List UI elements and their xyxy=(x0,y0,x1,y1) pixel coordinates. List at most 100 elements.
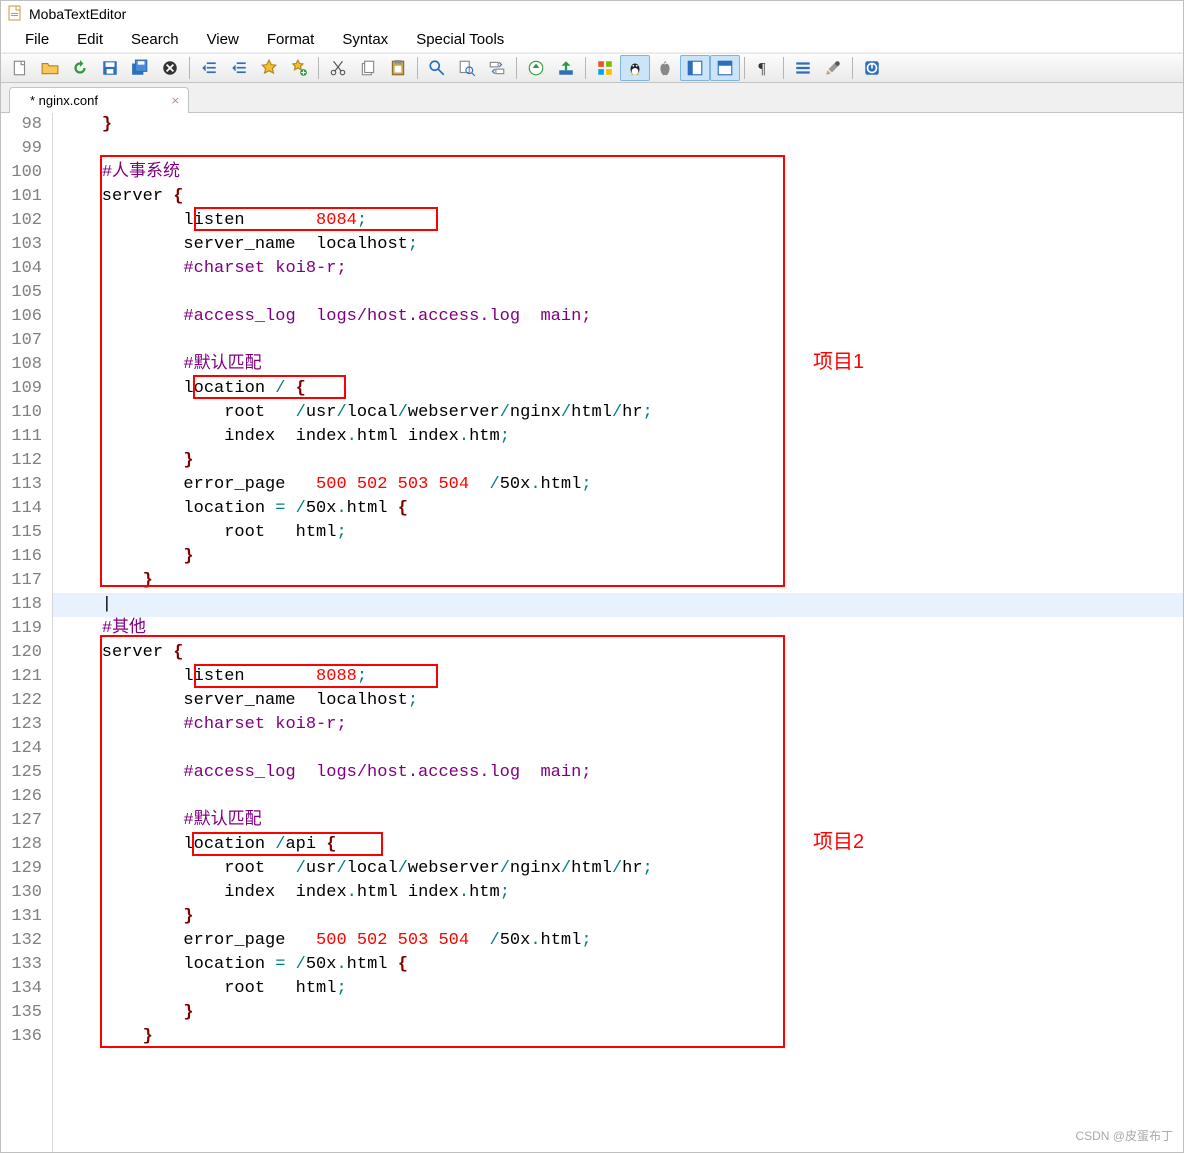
menu-special-tools[interactable]: Special Tools xyxy=(402,29,518,50)
close-circle-icon[interactable] xyxy=(155,55,185,81)
line-number: 101 xyxy=(1,185,46,209)
code-line[interactable] xyxy=(53,329,1183,353)
line-number: 125 xyxy=(1,761,46,785)
save-all-icon[interactable] xyxy=(125,55,155,81)
code-area[interactable]: } #人事系统 server { listen 8084; server_nam… xyxy=(53,113,1183,1152)
outdent-icon[interactable] xyxy=(194,55,224,81)
code-line[interactable]: } xyxy=(53,113,1183,137)
code-line[interactable]: listen 8088; xyxy=(53,665,1183,689)
menu-search[interactable]: Search xyxy=(117,29,193,50)
line-number: 128 xyxy=(1,833,46,857)
toggle-panel-a-icon[interactable] xyxy=(680,55,710,81)
power-icon[interactable] xyxy=(857,55,887,81)
code-line[interactable]: server_name localhost; xyxy=(53,233,1183,257)
menu-file[interactable]: File xyxy=(11,29,63,50)
app-icon xyxy=(7,5,29,24)
code-line[interactable]: root html; xyxy=(53,977,1183,1001)
code-line[interactable]: } xyxy=(53,545,1183,569)
save-icon[interactable] xyxy=(95,55,125,81)
line-number: 102 xyxy=(1,209,46,233)
code-line[interactable]: #默认匹配 xyxy=(53,809,1183,833)
code-line[interactable]: index index.html index.htm; xyxy=(53,425,1183,449)
code-line[interactable]: #默认匹配 xyxy=(53,353,1183,377)
new-file-icon[interactable] xyxy=(5,55,35,81)
line-number: 100 xyxy=(1,161,46,185)
code-line[interactable]: #charset koi8-r; xyxy=(53,713,1183,737)
code-line[interactable]: #charset koi8-r; xyxy=(53,257,1183,281)
code-line[interactable] xyxy=(53,281,1183,305)
indent-icon[interactable] xyxy=(224,55,254,81)
code-line[interactable]: root /usr/local/webserver/nginx/html/hr; xyxy=(53,857,1183,881)
code-line[interactable] xyxy=(53,785,1183,809)
code-line[interactable]: listen 8084; xyxy=(53,209,1183,233)
toggle-panel-b-icon[interactable] xyxy=(710,55,740,81)
line-number: 126 xyxy=(1,785,46,809)
menu-view[interactable]: View xyxy=(193,29,253,50)
close-icon[interactable]: ⨯ xyxy=(171,94,180,107)
replace-icon[interactable] xyxy=(482,55,512,81)
code-line[interactable]: error_page 500 502 503 504 /50x.html; xyxy=(53,929,1183,953)
code-line[interactable]: | xyxy=(53,593,1183,617)
toolbar-separator xyxy=(783,57,784,79)
line-number: 122 xyxy=(1,689,46,713)
find-icon[interactable] xyxy=(422,55,452,81)
code-line[interactable]: #access_log logs/host.access.log main; xyxy=(53,305,1183,329)
line-number: 119 xyxy=(1,617,46,641)
code-line[interactable]: #access_log logs/host.access.log main; xyxy=(53,761,1183,785)
code-line[interactable]: root /usr/local/webserver/nginx/html/hr; xyxy=(53,401,1183,425)
app-window: MobaTextEditor FileEditSearchViewFormatS… xyxy=(0,0,1184,1153)
open-folder-icon[interactable] xyxy=(35,55,65,81)
menu-syntax[interactable]: Syntax xyxy=(328,29,402,50)
paste-icon[interactable] xyxy=(383,55,413,81)
linux-icon[interactable] xyxy=(620,55,650,81)
upload-icon[interactable] xyxy=(551,55,581,81)
code-line[interactable] xyxy=(53,137,1183,161)
windows-icon[interactable] xyxy=(590,55,620,81)
apple-icon[interactable] xyxy=(650,55,680,81)
settings-list-icon[interactable] xyxy=(788,55,818,81)
add-star-icon[interactable] xyxy=(284,55,314,81)
code-line[interactable] xyxy=(53,737,1183,761)
toolbar-separator xyxy=(585,57,586,79)
line-number: 106 xyxy=(1,305,46,329)
bookmark-star-icon[interactable] xyxy=(254,55,284,81)
copy-icon[interactable] xyxy=(353,55,383,81)
code-line[interactable]: #人事系统 xyxy=(53,161,1183,185)
line-number: 123 xyxy=(1,713,46,737)
pilcrow-icon[interactable]: ¶ xyxy=(749,55,779,81)
line-number: 130 xyxy=(1,881,46,905)
toolbar-separator xyxy=(189,57,190,79)
code-line[interactable]: location /api { xyxy=(53,833,1183,857)
code-line[interactable]: server_name localhost; xyxy=(53,689,1183,713)
line-number: 135 xyxy=(1,1001,46,1025)
cut-icon[interactable] xyxy=(323,55,353,81)
find-files-icon[interactable] xyxy=(452,55,482,81)
code-line[interactable]: } xyxy=(53,569,1183,593)
code-line[interactable]: } xyxy=(53,1025,1183,1049)
code-line[interactable]: server { xyxy=(53,641,1183,665)
code-line[interactable]: location / { xyxy=(53,377,1183,401)
line-number: 107 xyxy=(1,329,46,353)
line-number: 134 xyxy=(1,977,46,1001)
code-line[interactable]: root html; xyxy=(53,521,1183,545)
tools-icon[interactable] xyxy=(818,55,848,81)
watermark: CSDN @皮蛋布丁 xyxy=(1075,1127,1173,1144)
line-number: 111 xyxy=(1,425,46,449)
code-line[interactable]: } xyxy=(53,1001,1183,1025)
toolbar-separator xyxy=(318,57,319,79)
code-line[interactable]: server { xyxy=(53,185,1183,209)
code-line[interactable]: } xyxy=(53,905,1183,929)
code-line[interactable]: location = /50x.html { xyxy=(53,953,1183,977)
line-number: 110 xyxy=(1,401,46,425)
menu-format[interactable]: Format xyxy=(253,29,329,50)
menu-edit[interactable]: Edit xyxy=(63,29,117,50)
tab-nginx-conf[interactable]: * nginx.conf ⨯ xyxy=(9,87,189,113)
code-line[interactable]: } xyxy=(53,449,1183,473)
code-line[interactable]: #其他 xyxy=(53,617,1183,641)
code-line[interactable]: error_page 500 502 503 504 /50x.html; xyxy=(53,473,1183,497)
code-line[interactable]: index index.html index.htm; xyxy=(53,881,1183,905)
go-to-line-icon[interactable] xyxy=(521,55,551,81)
reload-icon[interactable] xyxy=(65,55,95,81)
code-line[interactable]: location = /50x.html { xyxy=(53,497,1183,521)
line-number: 98 xyxy=(1,113,46,137)
